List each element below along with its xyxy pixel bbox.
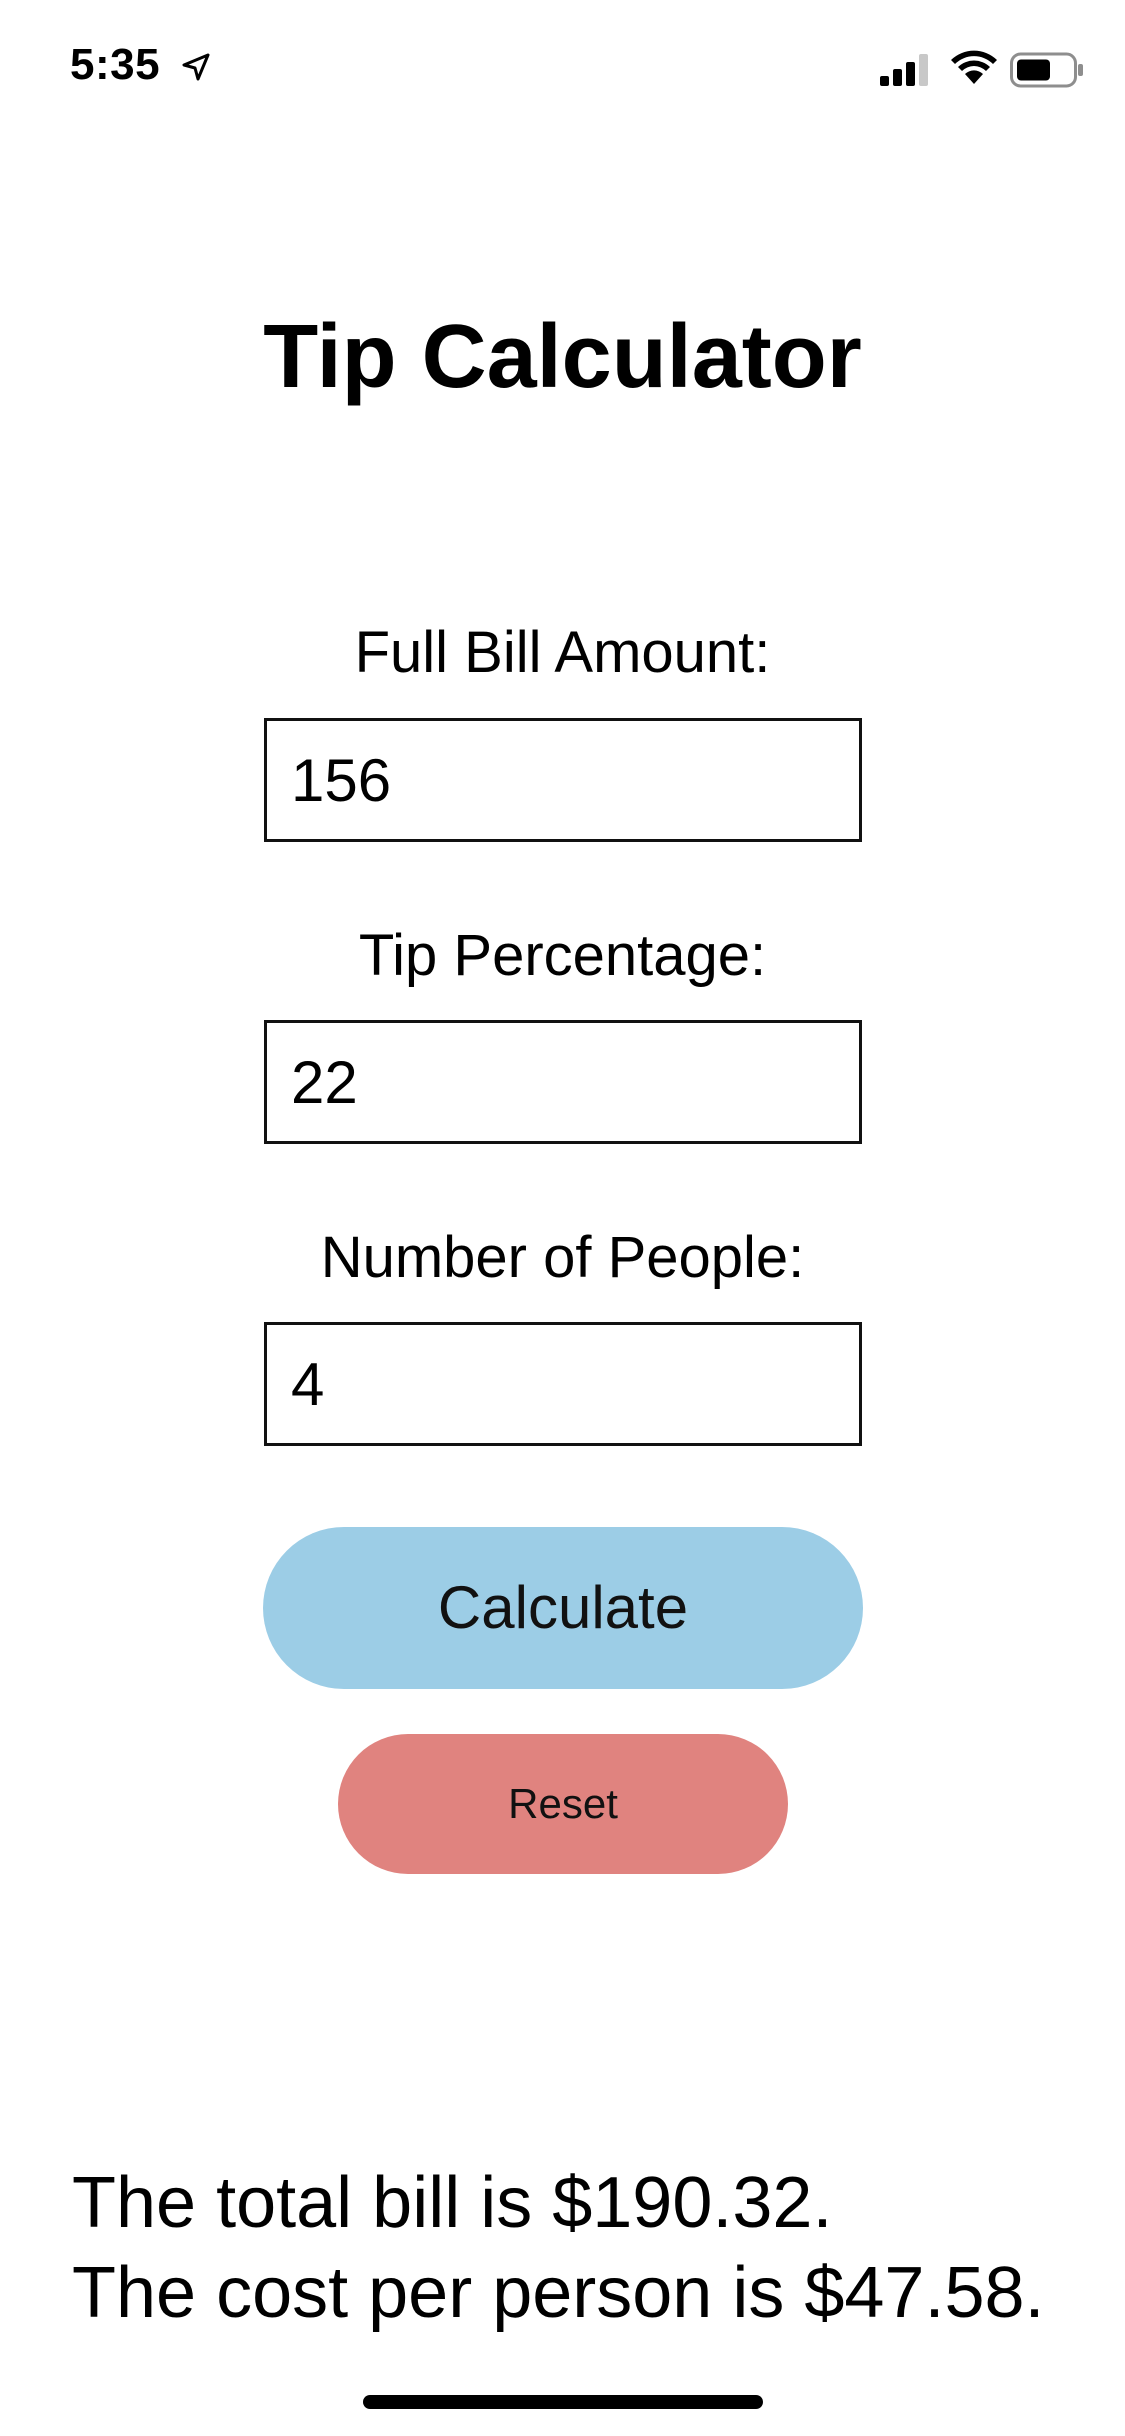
home-indicator[interactable] [363, 2395, 763, 2409]
page-title: Tip Calculator [263, 307, 862, 407]
status-bar: 5:35 [0, 0, 1125, 132]
cellular-signal-icon [880, 54, 928, 86]
status-time: 5:35 [70, 40, 161, 89]
calculate-button[interactable]: Calculate [263, 1527, 863, 1689]
location-arrow-icon [182, 53, 210, 81]
number-of-people-label: Number of People: [320, 1225, 805, 1290]
reset-button[interactable]: Reset [338, 1734, 788, 1874]
cost-per-person-result: The cost per person is $47.58. [72, 2253, 1045, 2333]
bill-amount-label: Full Bill Amount: [354, 620, 771, 685]
tip-percentage-label: Tip Percentage: [358, 923, 767, 988]
wifi-icon [951, 50, 997, 84]
total-bill-result: The total bill is $190.32. [72, 2163, 833, 2243]
bill-amount-input[interactable] [264, 718, 862, 842]
number-of-people-input[interactable] [264, 1322, 862, 1446]
tip-percentage-input[interactable] [264, 1020, 862, 1144]
battery-icon [1010, 52, 1083, 88]
